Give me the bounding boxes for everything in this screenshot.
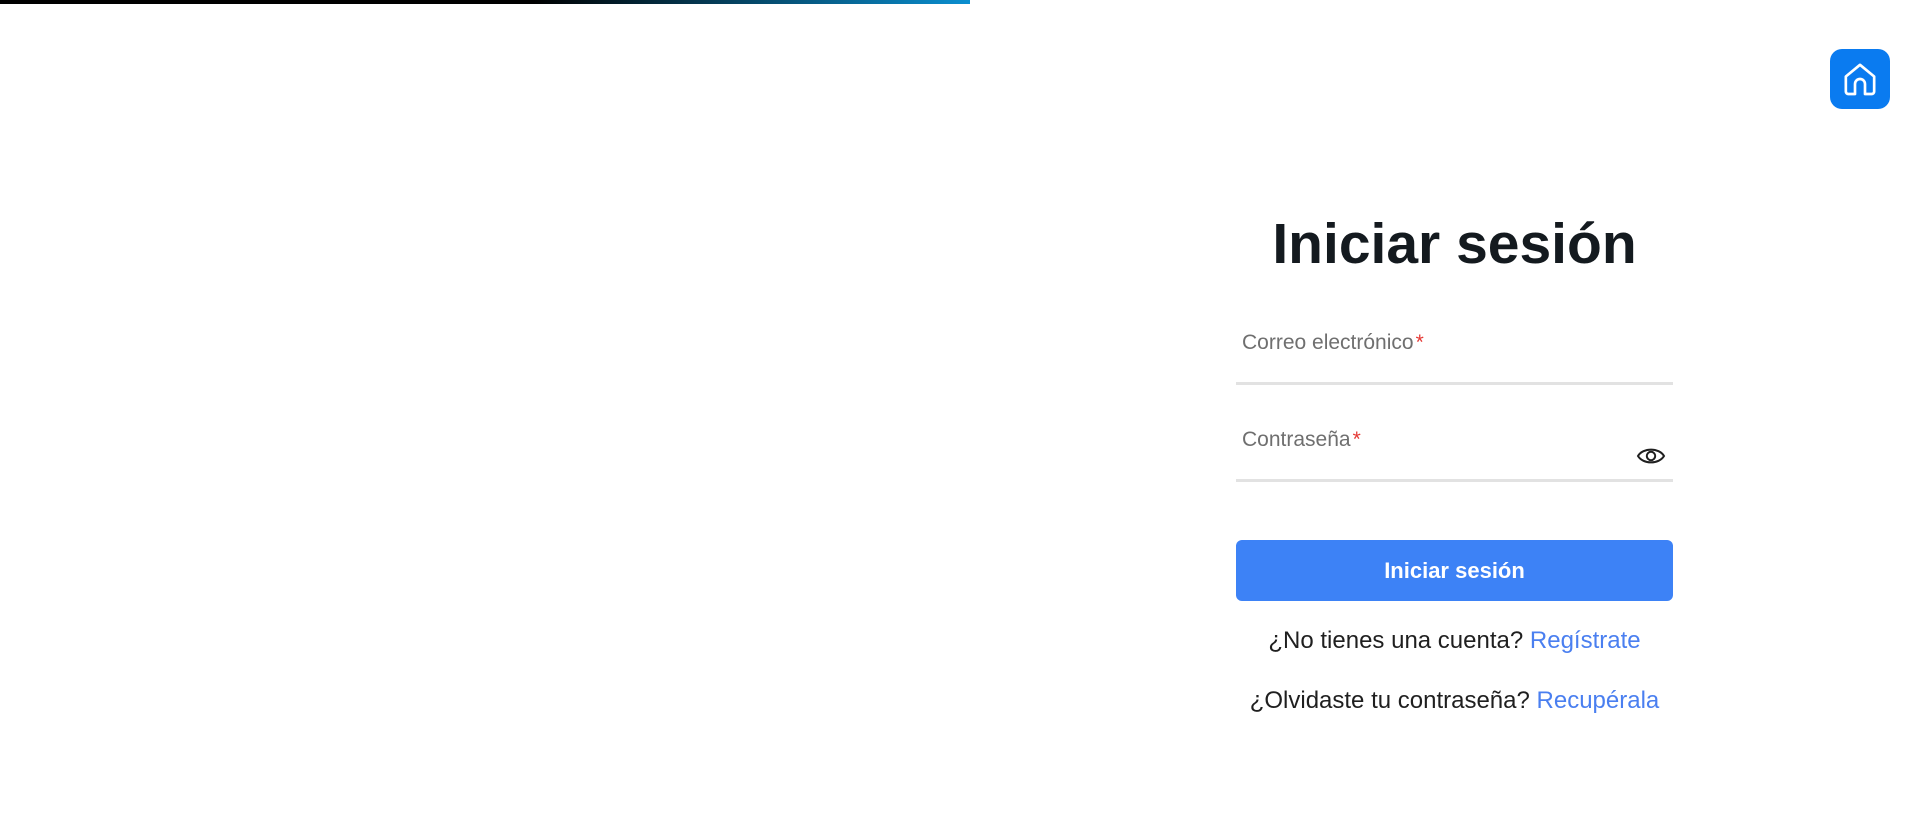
email-input[interactable] bbox=[1236, 344, 1628, 380]
login-submit-button[interactable]: Iniciar sesión bbox=[1236, 540, 1673, 601]
home-icon bbox=[1844, 63, 1876, 96]
page-title: Iniciar sesión bbox=[1272, 212, 1637, 276]
top-progress-bar bbox=[0, 0, 970, 4]
register-link[interactable]: Regístrate bbox=[1530, 627, 1641, 654]
register-prompt: ¿No tienes una cuenta? Regístrate bbox=[1176, 627, 1733, 655]
password-input[interactable] bbox=[1236, 441, 1628, 477]
password-field[interactable]: Contraseña* bbox=[1236, 417, 1673, 482]
email-field[interactable]: Correo electrónico* bbox=[1236, 320, 1673, 385]
recover-password-prompt: ¿Olvidaste tu contraseña? Recupérala bbox=[1176, 687, 1733, 715]
show-password-toggle[interactable] bbox=[1635, 441, 1667, 471]
login-page: Iniciar sesión Correo electrónico* Contr… bbox=[0, 0, 1920, 827]
eye-icon bbox=[1636, 448, 1666, 464]
recover-password-link[interactable]: Recupérala bbox=[1537, 687, 1660, 714]
recover-prompt-text: ¿Olvidaste tu contraseña? bbox=[1249, 687, 1530, 714]
register-prompt-text: ¿No tienes una cuenta? bbox=[1268, 627, 1524, 654]
home-button[interactable] bbox=[1830, 49, 1890, 109]
